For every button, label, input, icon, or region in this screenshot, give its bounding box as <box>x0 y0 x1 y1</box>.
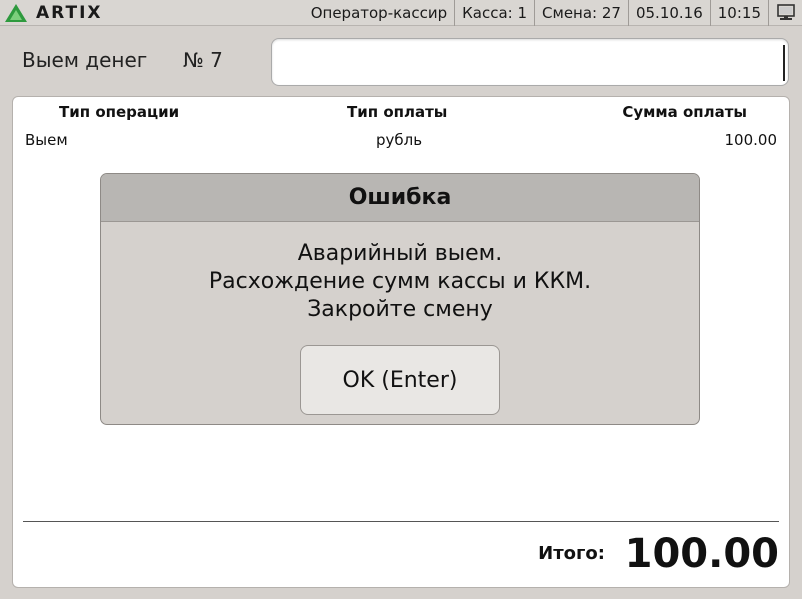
dialog-title: Ошибка <box>101 174 699 222</box>
status-time: 10:15 <box>709 0 768 26</box>
status-shift: Смена: 27 <box>534 0 628 26</box>
logo-triangle-icon <box>5 4 27 22</box>
input-caret <box>783 45 785 81</box>
ok-button[interactable]: OK (Enter) <box>300 345 500 415</box>
status-register: Касса: 1 <box>454 0 534 26</box>
status-user: Оператор-кассир <box>310 4 448 22</box>
table-cell-payment: рубль <box>376 131 423 149</box>
document-title: Выем денег <box>22 48 148 72</box>
logo-text: ARTIX <box>36 3 103 23</box>
column-header-operation-type: Тип операции <box>59 103 180 121</box>
error-dialog: Ошибка Аварийный выем. Расхождение сумм … <box>100 173 700 425</box>
document-number: № 7 <box>183 48 223 72</box>
column-header-payment-amount: Сумма оплаты <box>622 103 747 121</box>
total-value: 100.00 <box>624 531 779 577</box>
status-date: 05.10.16 <box>627 0 710 26</box>
total-label: Итого: <box>538 543 605 564</box>
dialog-message-line-3: Закройте смену <box>307 297 493 322</box>
totals-divider <box>23 521 779 522</box>
dialog-message-line-2: Расхождение сумм кассы и ККМ. <box>208 269 592 294</box>
dialog-message-line-1: Аварийный выем. <box>297 241 503 266</box>
network-computer-icon[interactable] <box>768 0 802 26</box>
column-header-payment-type: Тип оплаты <box>347 103 448 121</box>
table-cell-amount: 100.00 <box>724 131 778 149</box>
table-cell-operation: Выем <box>25 131 68 149</box>
status-items: Оператор-кассир Касса: 1 Смена: 27 05.10… <box>304 0 802 26</box>
top-status-bar: ARTIX Оператор-кассир Касса: 1 Смена: 27… <box>0 0 802 26</box>
dialog-message: Аварийный выем. Расхождение сумм кассы и… <box>101 240 699 324</box>
logo: ARTIX <box>4 3 103 23</box>
scan-input[interactable] <box>271 38 789 86</box>
